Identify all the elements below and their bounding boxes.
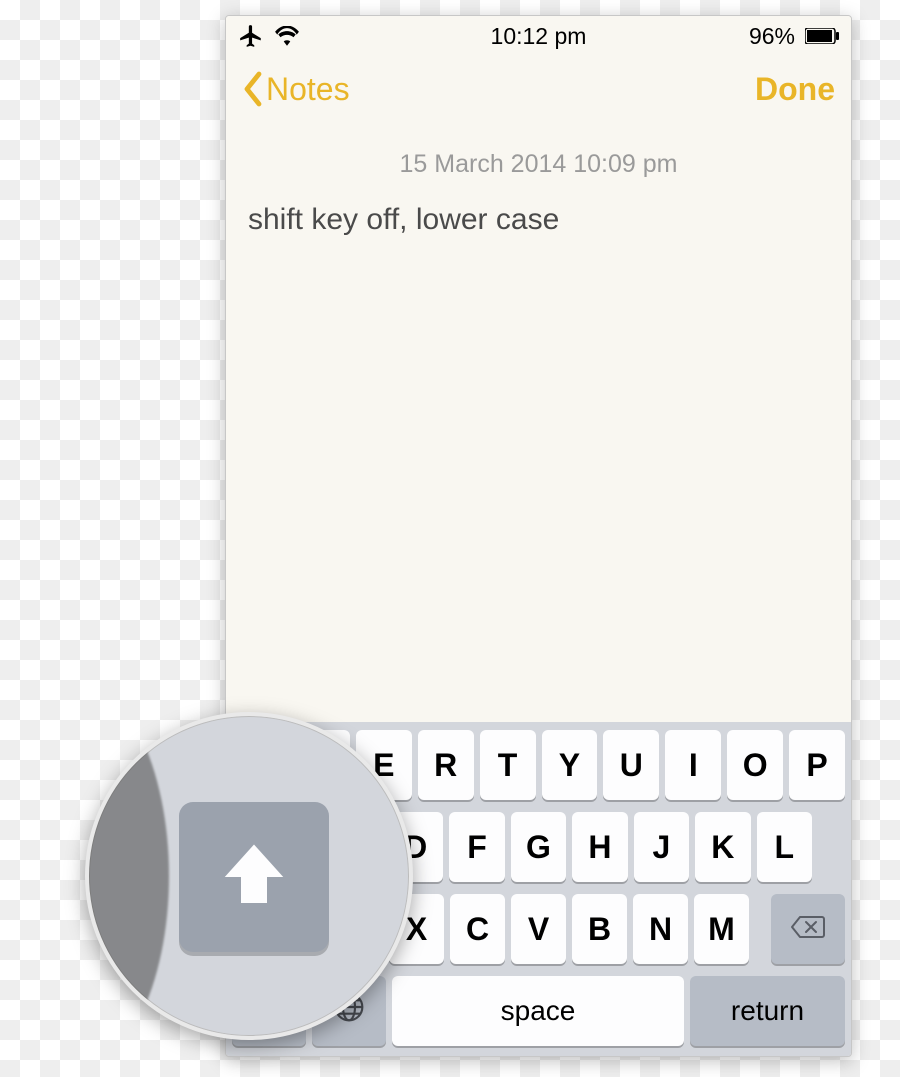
note-text: shift key off, lower case — [248, 203, 829, 237]
key-t[interactable]: T — [480, 730, 536, 800]
wifi-icon — [274, 26, 300, 46]
key-f[interactable]: F — [449, 812, 504, 882]
key-g[interactable]: G — [511, 812, 566, 882]
key-m[interactable]: M — [694, 894, 749, 964]
back-label: Notes — [266, 71, 350, 108]
zoom-edge-shadow — [85, 712, 169, 1040]
key-y[interactable]: Y — [542, 730, 598, 800]
battery-percent: 96% — [749, 23, 795, 50]
key-b[interactable]: B — [572, 894, 627, 964]
key-l[interactable]: L — [757, 812, 812, 882]
key-j[interactable]: J — [634, 812, 689, 882]
key-v[interactable]: V — [511, 894, 566, 964]
airplane-mode-icon — [238, 23, 264, 49]
back-button[interactable]: Notes — [242, 71, 350, 108]
key-i[interactable]: I — [665, 730, 721, 800]
shift-icon — [215, 838, 293, 916]
navigation-bar: Notes Done — [226, 56, 851, 122]
chevron-left-icon — [242, 71, 264, 107]
key-o[interactable]: O — [727, 730, 783, 800]
done-button[interactable]: Done — [755, 71, 835, 108]
note-timestamp: 15 March 2014 10:09 pm — [248, 150, 829, 179]
backspace-icon — [790, 911, 826, 948]
key-return[interactable]: return — [690, 976, 845, 1046]
key-backspace[interactable] — [771, 894, 845, 964]
battery-icon — [805, 28, 839, 44]
note-editor[interactable]: 15 March 2014 10:09 pm shift key off, lo… — [226, 122, 851, 722]
key-space[interactable]: space — [392, 976, 684, 1046]
key-h[interactable]: H — [572, 812, 627, 882]
key-p[interactable]: P — [789, 730, 845, 800]
zoom-callout — [85, 712, 413, 1040]
status-bar: 10:12 pm 96% — [226, 16, 851, 56]
key-u[interactable]: U — [603, 730, 659, 800]
zoom-shift-key — [179, 802, 329, 952]
key-k[interactable]: K — [695, 812, 750, 882]
key-r[interactable]: R — [418, 730, 474, 800]
key-c[interactable]: C — [450, 894, 505, 964]
key-n[interactable]: N — [633, 894, 688, 964]
